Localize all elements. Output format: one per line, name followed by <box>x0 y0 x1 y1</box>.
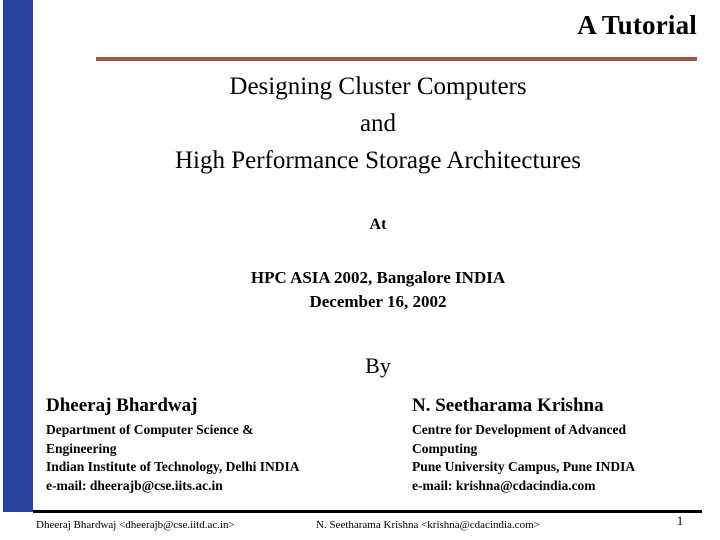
venue-at-label: At <box>369 216 387 233</box>
title-line-1: Designing Cluster Computers <box>229 73 527 100</box>
author-institution: Pune University Campus, Pune INDIA <box>412 459 636 474</box>
author-block-primary: Dheeraj Bhardwaj Department of Computer … <box>46 394 391 495</box>
footer-contact-left: Dheeraj Bhardwaj <dheerajb@cse.iitd.ac.i… <box>36 519 235 531</box>
venue-details: HPC ASIA 2002, Bangalore INDIA December … <box>60 266 696 314</box>
author-email: e-mail: dheerajb@cse.iits.ac.in <box>46 477 223 493</box>
title-line-2: High Performance Storage Architectures <box>174 147 582 174</box>
authors-by-label: By <box>365 353 391 378</box>
author-affiliation-line-1: Department of Computer Science & <box>46 422 254 437</box>
footer-divider-rule <box>33 510 702 513</box>
slide-page-number: 1 <box>676 513 684 528</box>
venue-date: December 16, 2002 <box>309 292 447 311</box>
slide-title: Designing Cluster Computers and High Per… <box>60 68 696 179</box>
slide-kicker-heading: A Tutorial <box>577 10 697 40</box>
author-affiliation-line-2: Computing <box>412 440 478 456</box>
author-institution: Indian Institute of Technology, Delhi IN… <box>46 459 300 474</box>
author-email: e-mail: krishna@cdacindia.com <box>412 477 596 493</box>
footer-contact-right: N. Seetharama Krishna <krishna@cdacindia… <box>316 519 540 531</box>
author-name: Dheeraj Bhardwaj <box>46 395 198 416</box>
author-affiliation-line-2: Engineering <box>46 440 117 456</box>
header-divider-rule <box>96 57 697 61</box>
presentation-slide: A Tutorial Designing Cluster Computers a… <box>0 0 720 540</box>
author-name: N. Seetharama Krishna <box>412 395 604 416</box>
author-affiliation-line-1: Centre for Development of Advanced <box>412 422 626 437</box>
venue-conference: HPC ASIA 2002, Bangalore INDIA <box>250 268 506 287</box>
author-block-secondary: N. Seetharama Krishna Centre for Develop… <box>412 394 712 495</box>
title-line-conjunction: and <box>359 110 397 137</box>
left-accent-band <box>3 0 33 512</box>
